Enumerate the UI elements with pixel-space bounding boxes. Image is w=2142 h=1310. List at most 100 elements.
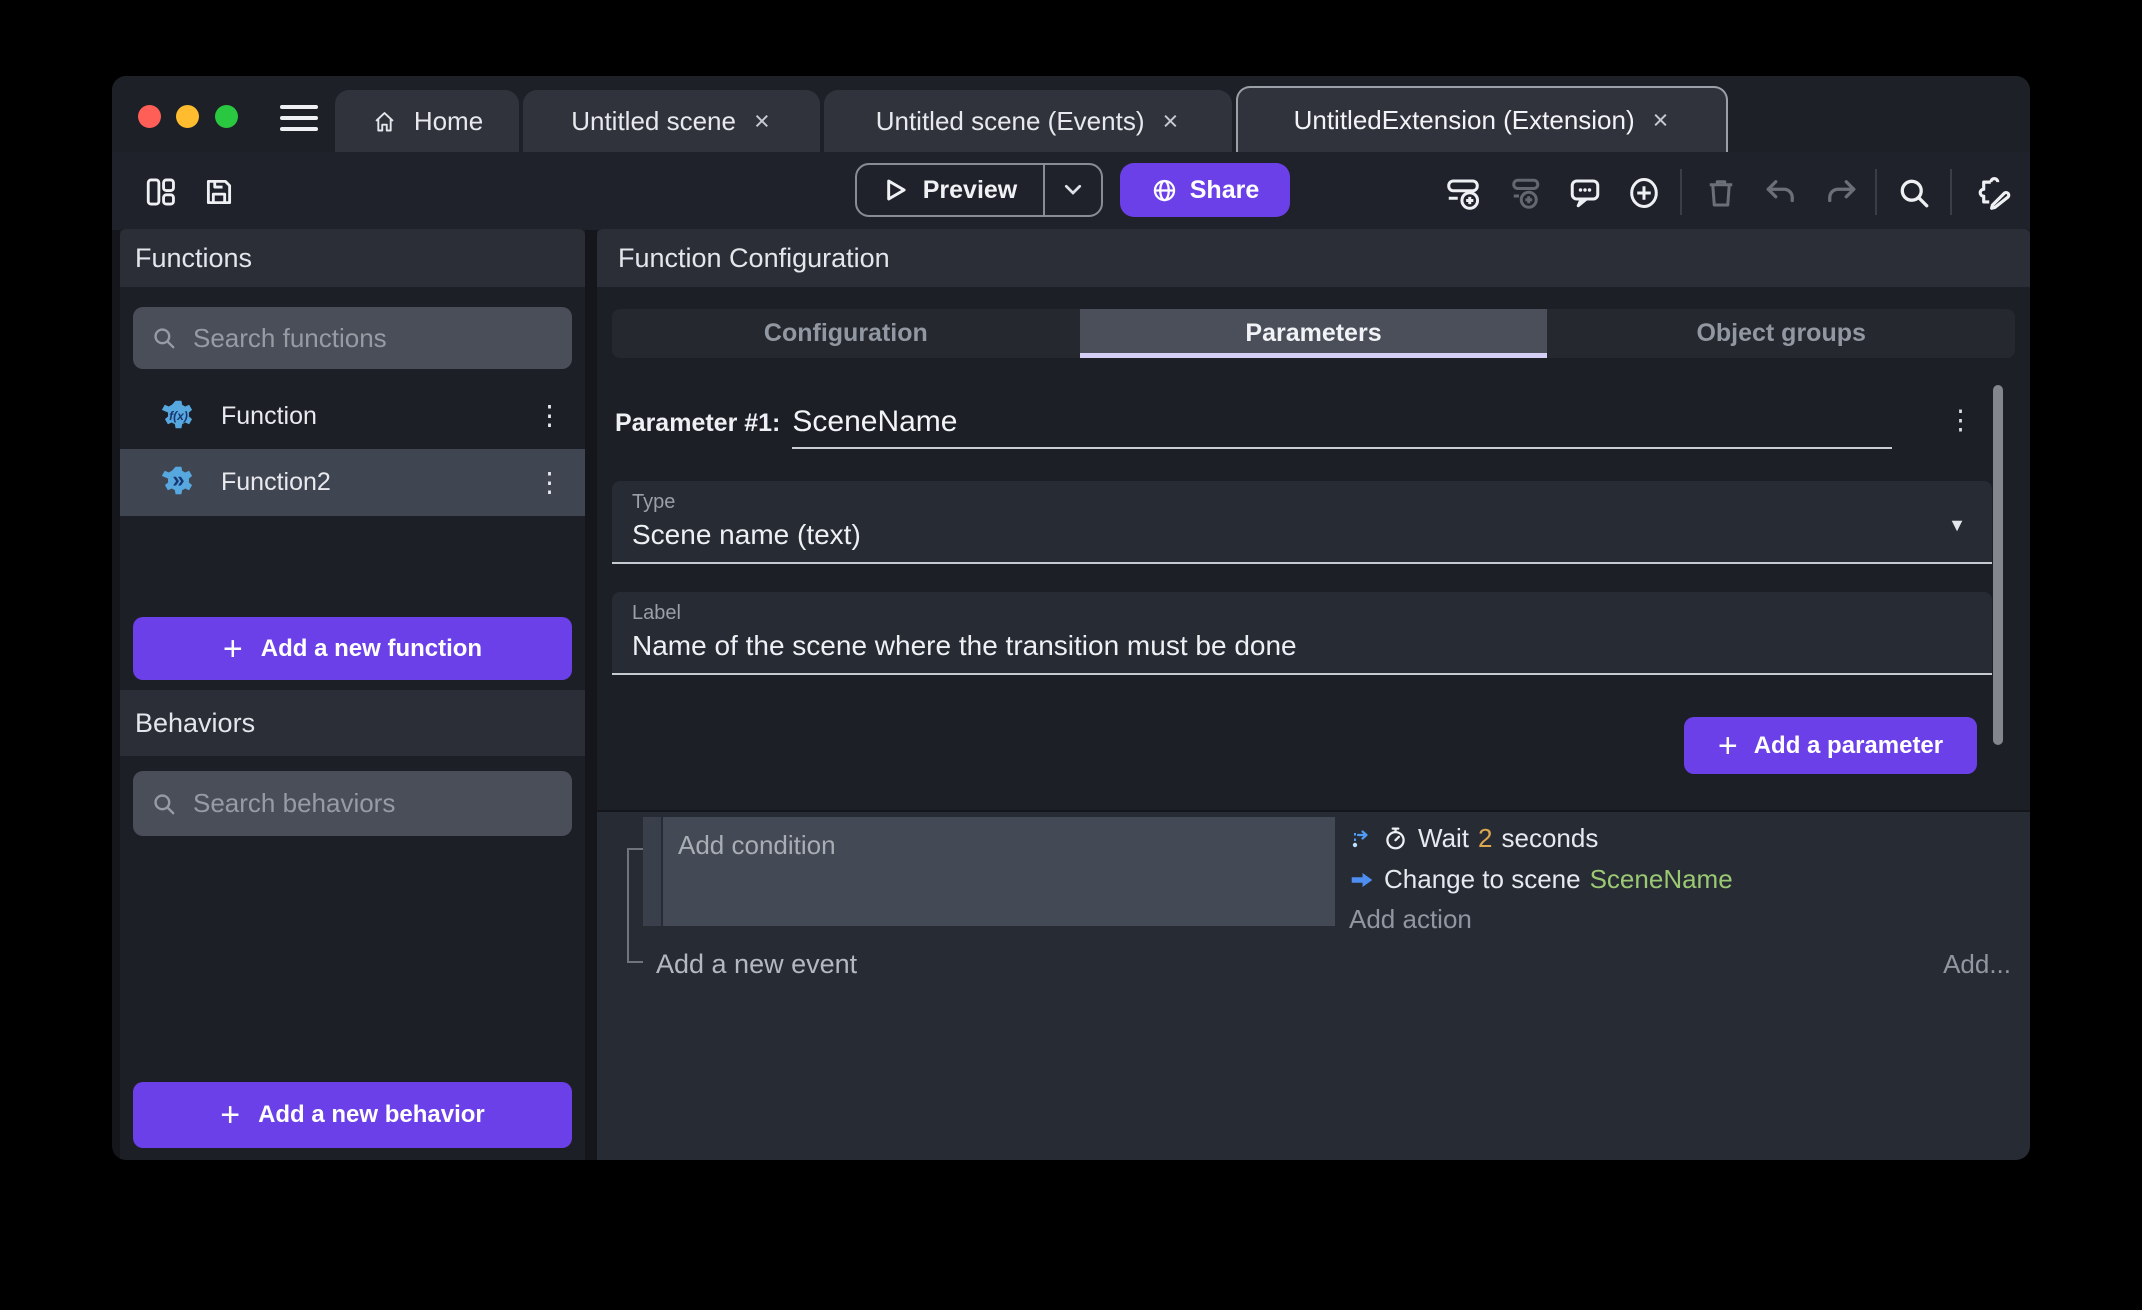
titlebar: Home Untitled scene × Untitled scene (Ev… <box>112 76 2030 152</box>
share-button[interactable]: Share <box>1120 163 1290 217</box>
preview-label: Preview <box>923 176 1018 205</box>
tab-label: Home <box>414 106 483 137</box>
functions-panel-header: Functions <box>120 229 585 287</box>
toolbar-separator <box>1875 169 1877 215</box>
wait-seconds-value: 2 <box>1478 823 1492 854</box>
label-label: Label <box>632 602 1972 625</box>
functions-search-input[interactable] <box>193 323 554 354</box>
tab-label: UntitledExtension (Extension) <box>1294 105 1635 136</box>
add-function-label: Add a new function <box>261 635 482 663</box>
toolbar-separator <box>1950 169 1952 215</box>
close-window-button[interactable] <box>138 105 161 128</box>
preview-button-main[interactable]: Preview <box>857 165 1043 215</box>
behaviors-search-input[interactable] <box>193 788 554 819</box>
type-value: Scene name (text) <box>632 519 1972 551</box>
add-condition-cell[interactable]: Add condition <box>663 817 1335 926</box>
save-icon[interactable] <box>202 175 236 209</box>
zoom-window-button[interactable] <box>215 105 238 128</box>
close-tab-icon[interactable]: × <box>1161 108 1181 135</box>
function-options-icon[interactable]: ⋮ <box>528 399 571 434</box>
label-value-input[interactable] <box>632 630 1918 662</box>
parameter-index-label: Parameter #1: <box>615 409 780 438</box>
add-behavior-button[interactable]: + Add a new behavior <box>133 1082 572 1148</box>
add-event-icon[interactable] <box>1445 175 1479 209</box>
search-icon[interactable] <box>1896 175 1930 209</box>
add-behavior-label: Add a new behavior <box>258 1101 485 1129</box>
tab-object-groups[interactable]: Object groups <box>1547 309 2015 358</box>
toggle-panels-icon[interactable] <box>144 175 178 209</box>
add-function-button[interactable]: + Add a new function <box>133 617 572 680</box>
function-list-item[interactable]: f(x) Function ⋮ <box>120 383 585 449</box>
scrollbar-thumb[interactable] <box>1993 385 2003 745</box>
events-sheet: Add condition <box>597 812 2030 1160</box>
main-panel: Function Configuration Configuration Par… <box>597 229 2030 1160</box>
function-list-item-selected[interactable]: » Function2 ⋮ <box>120 449 585 516</box>
parameter-label-field[interactable]: Label <box>612 592 1992 675</box>
sidebar: Functions f(x) <box>120 229 585 1160</box>
add-parameter-label: Add a parameter <box>1754 732 1943 760</box>
action-change-scene[interactable]: Change to scene SceneName <box>1349 861 1733 898</box>
redo-icon[interactable] <box>1823 175 1857 209</box>
play-icon <box>883 177 909 203</box>
search-icon <box>151 791 177 817</box>
edit-extension-icon[interactable] <box>1975 175 2009 209</box>
undo-icon[interactable] <box>1763 175 1797 209</box>
tab-home[interactable]: Home <box>335 90 519 152</box>
add-more-link[interactable]: Add... <box>1943 949 2011 980</box>
tab-parameters[interactable]: Parameters <box>1080 309 1548 358</box>
menu-icon[interactable] <box>280 105 318 131</box>
globe-icon <box>1151 177 1178 204</box>
function-configuration-panel: Function Configuration Configuration Par… <box>597 229 2030 810</box>
minimize-window-button[interactable] <box>176 105 199 128</box>
change-scene-arrow-icon <box>1349 867 1375 893</box>
tab-label: Untitled scene (Events) <box>876 106 1145 137</box>
add-subevent-icon[interactable] <box>1507 175 1541 209</box>
close-tab-icon[interactable]: × <box>1651 107 1671 134</box>
app-window: Home Untitled scene × Untitled scene (Ev… <box>112 76 2030 1160</box>
tab-untitled-extension[interactable]: UntitledExtension (Extension) × <box>1236 86 1728 152</box>
screen: Home Untitled scene × Untitled scene (Ev… <box>0 0 2142 1310</box>
tab-configuration[interactable]: Configuration <box>612 309 1080 358</box>
plus-icon: + <box>220 1098 240 1132</box>
close-tab-icon[interactable]: × <box>752 108 772 135</box>
tab-untitled-scene[interactable]: Untitled scene × <box>523 90 820 152</box>
event-drag-handle[interactable] <box>643 817 661 926</box>
functions-title: Functions <box>120 243 252 274</box>
add-new-event-link[interactable]: Add a new event <box>656 949 857 980</box>
function-expression-icon: f(x) <box>160 398 197 435</box>
home-icon <box>371 108 398 135</box>
tab-untitled-scene-events[interactable]: Untitled scene (Events) × <box>824 90 1232 152</box>
add-parameter-button[interactable]: + Add a parameter <box>1684 717 1977 774</box>
preview-button[interactable]: Preview <box>855 163 1103 217</box>
type-label: Type <box>632 491 1972 514</box>
tab-label: Untitled scene <box>571 106 736 137</box>
add-comment-icon[interactable] <box>1567 175 1601 209</box>
function-action-icon: » <box>160 464 197 501</box>
configuration-tabs: Configuration Parameters Object groups <box>612 309 2015 358</box>
share-label: Share <box>1190 176 1259 205</box>
parameter-name-input[interactable] <box>792 405 1892 449</box>
behaviors-search[interactable] <box>133 771 572 836</box>
function-name: Function <box>221 402 317 431</box>
behaviors-panel-header: Behaviors <box>120 690 585 756</box>
add-condition-label: Add condition <box>678 830 836 860</box>
function-name: Function2 <box>221 468 331 497</box>
event-selection-bracket <box>627 848 643 963</box>
add-circle-icon[interactable] <box>1626 175 1660 209</box>
preview-options-button[interactable] <box>1043 165 1101 215</box>
stopwatch-icon <box>1382 825 1409 852</box>
functions-search[interactable] <box>133 307 572 369</box>
add-action-link[interactable]: Add action <box>1349 901 1733 938</box>
action-wait[interactable]: Wait 2 seconds <box>1349 820 1733 857</box>
parameter-header-row: Parameter #1: <box>615 405 1892 449</box>
delete-icon[interactable] <box>1703 175 1737 209</box>
page-title: Function Configuration <box>597 243 890 274</box>
parameter-type-select[interactable]: Type Scene name (text) ▼ <box>612 481 1992 564</box>
plus-icon: + <box>1718 729 1738 763</box>
parameter-options-icon[interactable]: ⋮ <box>1937 399 1984 442</box>
function-options-icon[interactable]: ⋮ <box>528 465 571 500</box>
main-panel-header: Function Configuration <box>597 229 2030 287</box>
content: Functions f(x) <box>112 229 2030 1160</box>
event-actions-cell: Wait 2 seconds Change to scene Sce <box>1349 820 1733 938</box>
dropdown-caret-icon: ▼ <box>1948 515 1966 536</box>
